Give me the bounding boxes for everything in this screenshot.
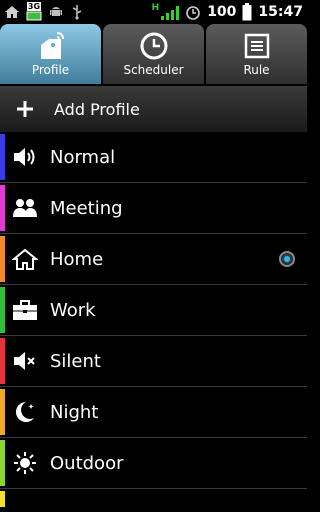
- color-bar: [0, 440, 5, 486]
- moon-icon: [0, 400, 50, 424]
- profile-name: Work: [50, 299, 96, 321]
- home-icon: [5, 5, 19, 18]
- profile-name: Outdoor: [50, 452, 124, 474]
- clock-icon: [139, 30, 169, 62]
- profile-list: Normal Meeting Home Work Silent Night Ou…: [0, 132, 307, 509]
- profile-item-meeting[interactable]: Meeting: [0, 183, 307, 234]
- tab-profile[interactable]: Profile: [0, 24, 101, 84]
- tab-rule[interactable]: Rule: [206, 24, 307, 84]
- profile-name: Normal: [50, 146, 116, 168]
- battery-icon: [242, 3, 252, 21]
- color-bar: [0, 389, 5, 435]
- add-profile-label: Add Profile: [54, 99, 140, 119]
- tab-scheduler[interactable]: Scheduler: [103, 24, 204, 84]
- profile-item-partial[interactable]: [0, 489, 307, 509]
- tab-profile-label: Profile: [31, 63, 70, 77]
- people-icon: [0, 197, 50, 219]
- network-type-label: 3G: [26, 2, 42, 11]
- signal-icon: H: [152, 4, 180, 20]
- add-profile-button[interactable]: Add Profile: [0, 86, 307, 132]
- android-icon: [50, 6, 62, 16]
- profile-tag-icon: [35, 30, 67, 62]
- speaker-muted-icon: [0, 350, 50, 372]
- profile-item-work[interactable]: Work: [0, 285, 307, 336]
- color-bar: [0, 134, 5, 180]
- sd-card-icon: 3G: [26, 2, 42, 21]
- status-bar: 3G H 100 15:47: [0, 0, 307, 24]
- status-left: 3G: [4, 2, 84, 21]
- tab-rule-label: Rule: [243, 63, 270, 77]
- briefcase-icon: [0, 299, 50, 321]
- speaker-icon: [0, 146, 50, 168]
- battery-level: 100: [207, 4, 237, 20]
- profile-item-silent[interactable]: Silent: [0, 336, 307, 387]
- tab-bar: Profile Scheduler Rule: [0, 24, 307, 84]
- status-right: H 100 15:47: [152, 0, 303, 24]
- selected-radio-button[interactable]: [279, 251, 295, 267]
- profile-item-home[interactable]: Home: [0, 234, 307, 285]
- profile-name: Night: [50, 401, 99, 423]
- profile-name: Home: [50, 248, 104, 270]
- color-bar: [0, 338, 5, 384]
- color-bar: [0, 491, 5, 507]
- profile-item-night[interactable]: Night: [0, 387, 307, 438]
- profile-name: Silent: [50, 350, 101, 372]
- profile-item-outdoor[interactable]: Outdoor: [0, 438, 307, 489]
- profile-item-normal[interactable]: Normal: [0, 132, 307, 183]
- list-icon: [243, 30, 271, 62]
- profile-name: Meeting: [50, 197, 123, 219]
- color-bar: [0, 185, 5, 231]
- usb-icon: [72, 4, 82, 20]
- tab-scheduler-label: Scheduler: [123, 63, 184, 77]
- clock-time: 15:47: [258, 4, 303, 20]
- plus-icon: [0, 100, 50, 118]
- sun-icon: [0, 451, 50, 475]
- data-type-label: H: [151, 3, 160, 13]
- alarm-icon: [186, 6, 200, 20]
- house-icon: [0, 248, 50, 270]
- color-bar: [0, 236, 5, 282]
- color-bar: [0, 287, 5, 333]
